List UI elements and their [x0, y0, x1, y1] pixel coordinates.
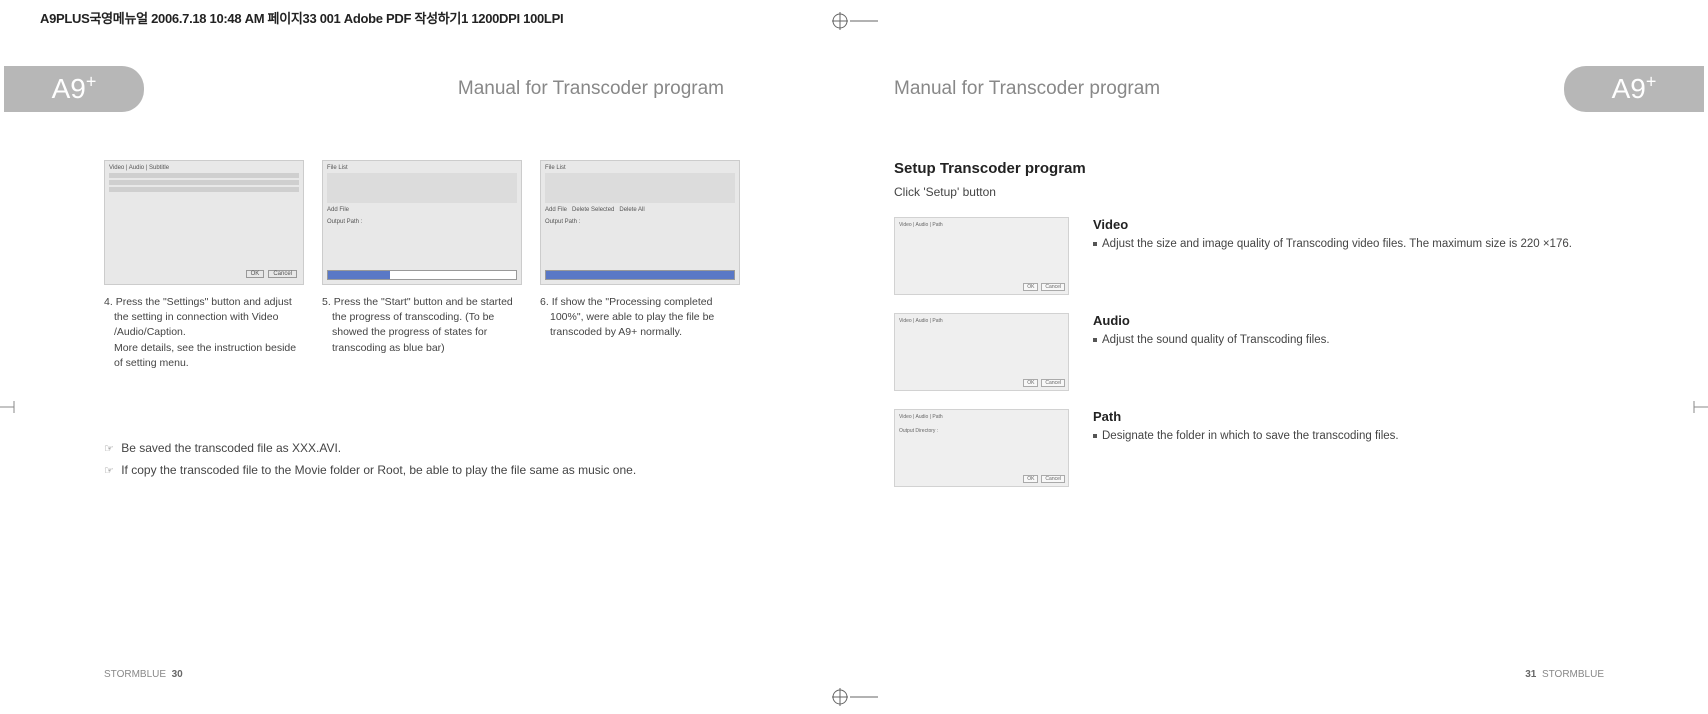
note-1: ☞ Be saved the transcoded file as XXX.AV…	[104, 441, 794, 455]
setup-thumb-video: Video | Audio | Path OKCancel	[894, 217, 1069, 295]
chapter-title-right: Manual for Transcoder program	[894, 78, 1160, 100]
setup-subtext: Click 'Setup' button	[894, 185, 1604, 199]
note-marker-icon: ☞	[104, 465, 114, 477]
screenshot-thumb-progress: File List Add File Output Path :	[322, 160, 522, 285]
footer-right: 31 STORMBLUE	[1525, 669, 1604, 680]
model-text: A9+	[1612, 73, 1657, 105]
section-title-path: Path	[1093, 409, 1604, 424]
section-body-audio: Adjust the sound quality of Transcoding …	[1093, 332, 1604, 349]
caption-6: 6. If show the "Processing completed 100…	[540, 295, 740, 371]
chapter-title-left: Manual for Transcoder program	[458, 78, 724, 100]
caption-5: 5. Press the "Start" button and be start…	[322, 295, 522, 371]
notes-block: ☞ Be saved the transcoded file as XXX.AV…	[104, 441, 794, 477]
setup-thumb-path: Video | Audio | Path Output Directory : …	[894, 409, 1069, 487]
section-title-video: Video	[1093, 217, 1604, 232]
section-body-video: Adjust the size and image quality of Tra…	[1093, 236, 1604, 253]
footer-left: STORMBLUE 30	[104, 669, 183, 680]
caption-4: 4. Press the "Settings" button and adjus…	[104, 295, 304, 371]
screenshot-thumb-completed: File List Add File Delete Selected Delet…	[540, 160, 740, 285]
note-2: ☞ If copy the transcoded file to the Mov…	[104, 463, 794, 477]
setup-heading: Setup Transcoder program	[894, 160, 1604, 177]
caption-row: 4. Press the "Settings" button and adjus…	[104, 295, 794, 371]
page-right: A9+ Manual for Transcoder program Setup …	[854, 60, 1704, 684]
registration-mark-bottom	[830, 686, 880, 708]
model-badge-left: A9+	[4, 66, 144, 112]
note-marker-icon: ☞	[104, 443, 114, 455]
model-badge-right: A9+	[1564, 66, 1704, 112]
model-text: A9+	[52, 73, 97, 105]
setup-block-video: Video | Audio | Path OKCancel Video Adju…	[894, 217, 1604, 295]
screenshot-thumb-settings: Video | Audio | Subtitle OK Cancel	[104, 160, 304, 285]
setup-block-audio: Video | Audio | Path OKCancel Audio Adju…	[894, 313, 1604, 391]
page-left: A9+ Manual for Transcoder program Video …	[4, 60, 854, 684]
setup-thumb-audio: Video | Audio | Path OKCancel	[894, 313, 1069, 391]
print-meta-header: A9PLUS국영메뉴얼 2006.7.18 10:48 AM 페이지33 001…	[40, 8, 563, 27]
screenshot-thumb-row: Video | Audio | Subtitle OK Cancel File …	[104, 160, 794, 285]
registration-mark-top	[830, 10, 880, 32]
setup-block-path: Video | Audio | Path Output Directory : …	[894, 409, 1604, 487]
section-body-path: Designate the folder in which to save th…	[1093, 428, 1604, 445]
section-title-audio: Audio	[1093, 313, 1604, 328]
